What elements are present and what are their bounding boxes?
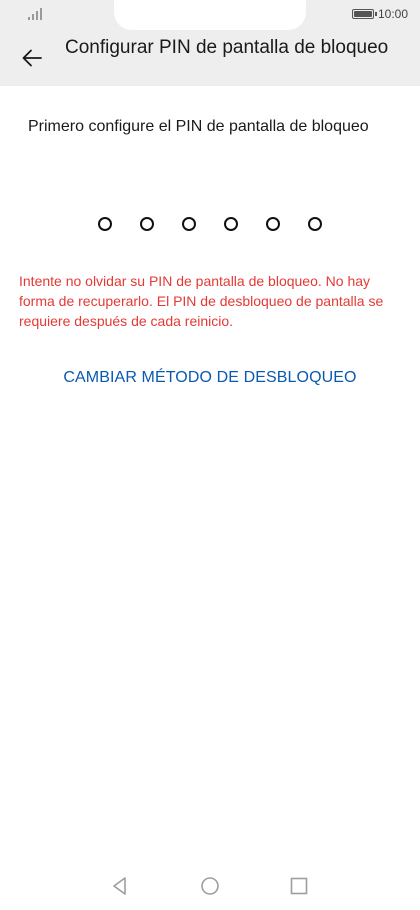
nav-recent-button[interactable] [287,874,311,898]
pin-dot [140,217,154,231]
back-button[interactable] [14,40,50,76]
clock: 10:00 [377,7,408,21]
warning-text: Intente no olvidar su PIN de pantalla de… [19,273,384,329]
nav-home-button[interactable] [198,874,222,898]
square-recent-icon [290,877,308,895]
pin-dot [308,217,322,231]
pin-indicator [0,217,420,231]
instruction-text: Primero configure el PIN de pantalla de … [28,118,369,135]
header: Configurar PIN de pantalla de bloqueo [0,32,420,86]
triangle-back-icon [113,877,126,895]
status-bar: 10:00 [0,0,420,32]
battery-fill [353,11,372,17]
pin-dot [182,217,196,231]
navigation-bar [0,862,420,910]
battery-icon [351,9,377,19]
pin-dot [98,217,112,231]
screen: 10:00 Configurar PIN de pantalla de bloq… [0,0,420,910]
change-unlock-method-button[interactable]: CAMBIAR MÉTODO DE DESBLOQUEO [0,369,420,387]
circle-home-icon [201,877,219,895]
pin-dot [266,217,280,231]
page-title: Configurar PIN de pantalla de bloqueo [65,37,389,58]
back-arrow-icon [22,49,42,67]
status-right: 10:00 [351,7,408,21]
pin-dot [224,217,238,231]
notch [114,0,306,30]
signal-icon [28,8,44,20]
nav-back-button[interactable] [108,874,132,898]
